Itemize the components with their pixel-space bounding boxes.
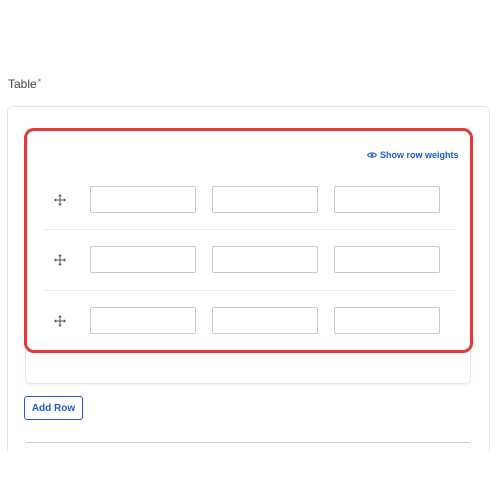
table-cell-input[interactable] (212, 307, 318, 334)
table-cell-input[interactable] (90, 307, 196, 334)
show-row-weights-link[interactable]: Show row weights (367, 150, 459, 160)
table-cell-input[interactable] (212, 246, 318, 273)
table-cell-input[interactable] (334, 307, 440, 334)
move-icon[interactable] (54, 254, 66, 266)
table-field-label: Table* (8, 77, 41, 91)
add-row-button[interactable]: Add Row (24, 396, 83, 420)
table-row (44, 229, 456, 290)
move-icon[interactable] (54, 194, 66, 206)
table-cell-input[interactable] (212, 186, 318, 213)
divider (26, 442, 470, 443)
field-label-text: Table (8, 77, 37, 91)
table-cell-input[interactable] (334, 246, 440, 273)
move-icon[interactable] (54, 315, 66, 327)
table-row (44, 290, 456, 351)
show-row-weights-label: Show row weights (380, 150, 459, 160)
table-cell-input[interactable] (90, 246, 196, 273)
eye-icon (367, 151, 377, 159)
table-cell-input[interactable] (334, 186, 440, 213)
table-cell-input[interactable] (90, 186, 196, 213)
required-marker: * (37, 77, 42, 87)
table-row (44, 170, 456, 230)
